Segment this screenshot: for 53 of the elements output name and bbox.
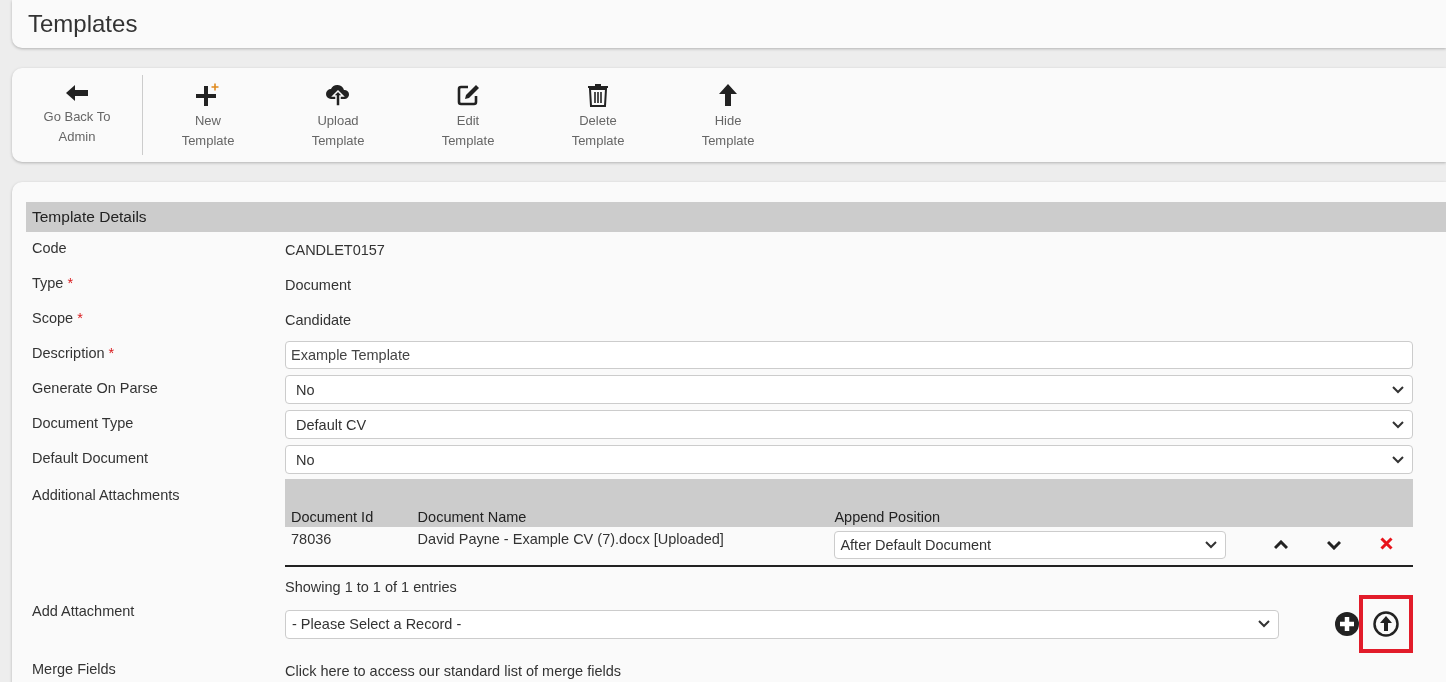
chevron-down-icon[interactable] [1326, 540, 1341, 550]
table-info: Showing 1 to 1 of 1 entries [285, 579, 458, 595]
trash-icon [587, 83, 609, 107]
toolbar-button[interactable]: Go Back To Admin [12, 75, 142, 155]
text-input[interactable]: Example Template [285, 340, 1413, 369]
arrow-up-icon [718, 83, 738, 107]
dropdown[interactable]: No [285, 445, 1413, 474]
required-mark: * [108, 345, 115, 361]
column-header: Append Position [828, 479, 1255, 527]
field-label: Merge Fields [32, 661, 116, 677]
dropdown[interactable]: No [285, 375, 1413, 404]
field-label: Default Document [32, 450, 149, 466]
chevron-down-icon [1392, 420, 1404, 429]
field-label: Scope [32, 310, 74, 326]
required-mark: * [67, 275, 74, 291]
section-header: Template Details [26, 202, 1446, 232]
merge-fields-link[interactable]: Click here to access our standard list of merge fields [285, 662, 622, 679]
page-title: Templates [28, 10, 138, 38]
upload-icon[interactable] [1373, 611, 1399, 637]
add-icon[interactable] [1335, 612, 1359, 636]
table-cell: 78036 [285, 527, 412, 566]
field-value: CANDLET0157 [285, 241, 385, 258]
chevron-down-icon [1392, 385, 1404, 394]
field-label: Description [32, 345, 105, 361]
chevron-down-icon [1205, 541, 1218, 549]
field-label: Additional Attachments [32, 487, 180, 503]
column-header: Document Name [411, 479, 829, 527]
toolbar-button[interactable]: Upload Template [273, 75, 403, 155]
dropdown[interactable]: - Please Select a Record - [285, 609, 1279, 639]
column-header: Document Id [285, 479, 412, 527]
chevron-down-icon [1392, 455, 1404, 464]
arrow-left-icon [65, 83, 89, 103]
field-label: Document Type [32, 415, 134, 431]
toolbar-button[interactable]: Edit Template [403, 75, 533, 155]
field-label: Code [32, 240, 67, 256]
plus-icon [195, 83, 221, 107]
dropdown[interactable]: Default CV [285, 410, 1413, 439]
field-label: Add Attachment [32, 603, 135, 619]
field-label: Type [32, 275, 64, 291]
dropdown[interactable]: After Default Document [834, 531, 1227, 559]
field-label: Generate On Parse [32, 380, 158, 396]
delete-icon[interactable] [1380, 537, 1394, 550]
required-mark: * [77, 310, 83, 326]
table-cell: David Payne - Example CV (7).docx [Uploaded] [411, 527, 829, 566]
field-value: Candidate [285, 311, 352, 328]
field-value: Document [285, 276, 352, 293]
toolbar-button[interactable]: New Template [143, 75, 273, 155]
chevron-up-icon[interactable] [1274, 540, 1289, 550]
toolbar-button[interactable]: Hide Template [663, 75, 793, 155]
chevron-down-icon [1258, 620, 1270, 628]
cloud-upload-icon [325, 83, 351, 107]
toolbar-button[interactable]: Delete Template [533, 75, 663, 155]
edit-icon [456, 83, 480, 107]
